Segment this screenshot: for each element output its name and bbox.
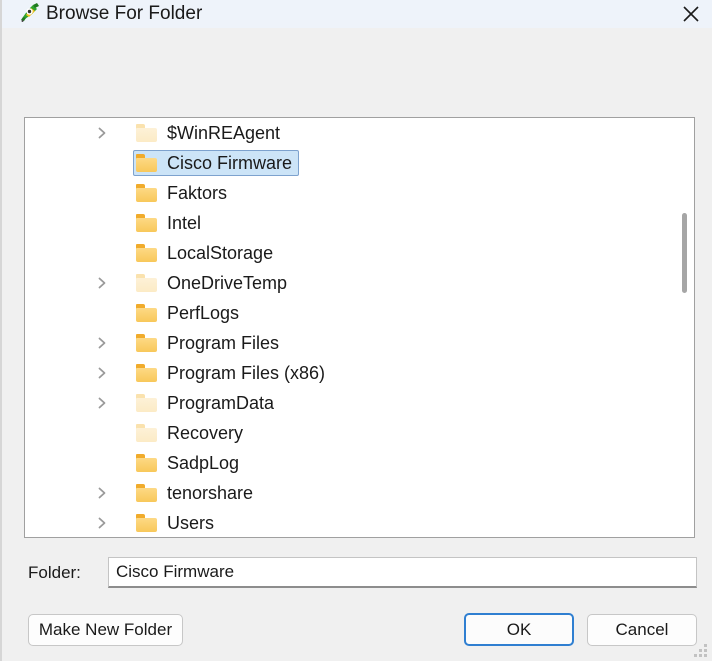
make-new-folder-button[interactable]: Make New Folder: [28, 614, 183, 646]
folder-icon: [136, 454, 158, 472]
folder-icon: [136, 394, 158, 412]
tree-item-label: Users: [167, 513, 215, 533]
tree-item-content[interactable]: PerfLogs: [133, 300, 246, 326]
tree-item-content[interactable]: Faktors: [133, 180, 234, 206]
chevron-right-icon[interactable]: [93, 268, 111, 298]
folder-icon: [136, 424, 158, 442]
folder-icon: [136, 334, 158, 352]
tree-item-label: OneDriveTemp: [167, 273, 288, 293]
chevron-right-icon[interactable]: [93, 358, 111, 388]
tree-item-label: Program Files: [167, 333, 280, 353]
tree-item-content[interactable]: ProgramData: [133, 390, 281, 416]
tree-item-label: Faktors: [167, 183, 228, 203]
folder-icon: [136, 124, 158, 142]
tree-item[interactable]: Cisco Firmware: [25, 148, 694, 178]
tree-item[interactable]: OneDriveTemp: [25, 268, 694, 298]
tree-item[interactable]: PerfLogs: [25, 298, 694, 328]
folder-tree-rows: $WinREAgent Cisco Firmware Faktors Intel Loc…: [25, 118, 694, 537]
tree-item-content[interactable]: Cisco Firmware: [133, 150, 300, 176]
tree-item-label: tenorshare: [167, 483, 254, 503]
tree-item-label: LocalStorage: [167, 243, 274, 263]
tree-item-content[interactable]: tenorshare: [133, 480, 260, 506]
tree-item-label: ProgramData: [167, 393, 275, 413]
tree-item-content[interactable]: SadpLog: [133, 450, 246, 476]
tree-item-label: Cisco Firmware: [167, 153, 293, 173]
tree-item-label: Program Files (x86): [167, 363, 326, 383]
tree-item[interactable]: Faktors: [25, 178, 694, 208]
chevron-right-icon[interactable]: [93, 478, 111, 508]
tree-item-content[interactable]: Program Files (x86): [133, 360, 332, 386]
app-icon: [20, 1, 42, 23]
folder-icon: [136, 364, 158, 382]
tree-item-label: $WinREAgent: [167, 123, 281, 143]
folder-input[interactable]: [108, 557, 697, 588]
ok-button[interactable]: OK: [464, 613, 574, 646]
tree-item-content[interactable]: Program Files: [133, 330, 286, 356]
cancel-button[interactable]: Cancel: [587, 614, 697, 646]
tree-item-content[interactable]: OneDriveTemp: [133, 270, 294, 296]
folder-label: Folder:: [28, 563, 81, 582]
folder-icon: [136, 514, 158, 532]
tree-item[interactable]: Users: [25, 508, 694, 537]
tree-item-label: Recovery: [167, 423, 244, 443]
folder-icon: [136, 484, 158, 502]
chevron-right-icon[interactable]: [93, 508, 111, 537]
folder-icon: [136, 304, 158, 322]
tree-item[interactable]: Recovery: [25, 418, 694, 448]
folder-icon: [136, 214, 158, 232]
chevron-right-icon[interactable]: [93, 388, 111, 418]
resize-grip[interactable]: [694, 644, 708, 658]
tree-item-content[interactable]: LocalStorage: [133, 240, 280, 266]
tree-item[interactable]: SadpLog: [25, 448, 694, 478]
folder-icon: [136, 184, 158, 202]
tree-item-content[interactable]: $WinREAgent: [133, 120, 287, 146]
tree-item[interactable]: Program Files (x86): [25, 358, 694, 388]
chevron-right-icon[interactable]: [93, 118, 111, 148]
tree-item[interactable]: Program Files: [25, 328, 694, 358]
window-title: Browse For Folder: [46, 3, 203, 24]
tree-item[interactable]: $WinREAgent: [25, 118, 694, 148]
tree-item-content[interactable]: Recovery: [133, 420, 250, 446]
tree-item-content[interactable]: Intel: [133, 210, 208, 236]
folder-icon: [136, 154, 158, 172]
tree-item[interactable]: ProgramData: [25, 388, 694, 418]
folder-icon: [136, 274, 158, 292]
tree-item-label: SadpLog: [167, 453, 240, 473]
title-bar: Browse For Folder: [2, 0, 712, 28]
tree-item[interactable]: Intel: [25, 208, 694, 238]
browse-for-folder-dialog: Browse For Folder $WinREAgent Cisco Firmw…: [0, 0, 712, 661]
tree-item-content[interactable]: Users: [133, 510, 221, 536]
close-icon[interactable]: [668, 0, 712, 28]
tree-item[interactable]: tenorshare: [25, 478, 694, 508]
folder-tree[interactable]: $WinREAgent Cisco Firmware Faktors Intel Loc…: [24, 117, 695, 538]
tree-scrollbar-thumb[interactable]: [682, 213, 687, 293]
tree-scrollbar[interactable]: [677, 119, 693, 537]
tree-item-label: PerfLogs: [167, 303, 240, 323]
chevron-right-icon[interactable]: [93, 328, 111, 358]
folder-icon: [136, 244, 158, 262]
tree-item[interactable]: LocalStorage: [25, 238, 694, 268]
tree-item-label: Intel: [167, 213, 202, 233]
